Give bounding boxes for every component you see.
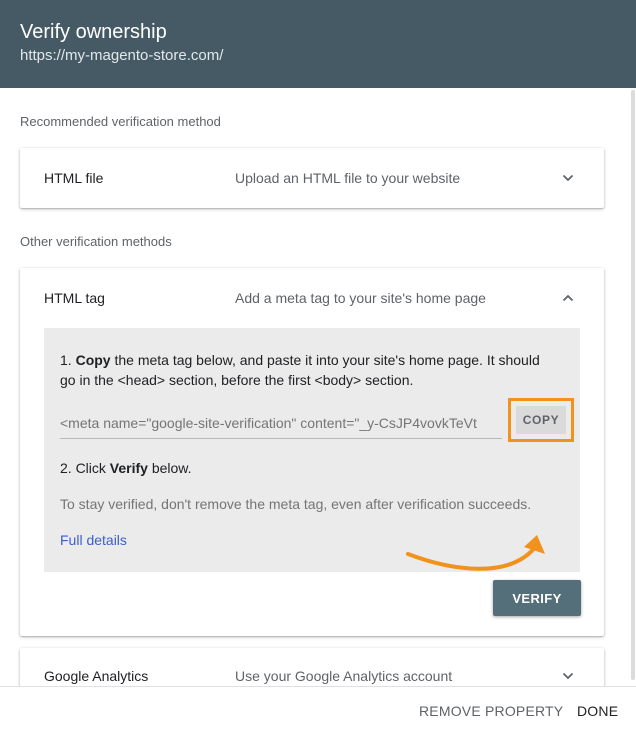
scrollbar-thumb[interactable] (631, 90, 635, 680)
remove-property-button[interactable]: REMOVE PROPERTY (419, 687, 563, 735)
chevron-up-icon[interactable] (560, 290, 576, 306)
step2-text: 2. Click Verify below. (60, 460, 192, 476)
method-card-html-file[interactable]: HTML file Upload an HTML file to your we… (20, 148, 604, 208)
method-description: Upload an HTML file to your website (235, 170, 461, 186)
step1-text: 1. Copy the meta tag below, and paste it… (60, 352, 540, 388)
scrollbar[interactable] (630, 88, 636, 686)
dialog-title: Verify ownership (20, 21, 167, 43)
chevron-down-icon[interactable] (560, 170, 576, 186)
meta-tag-value: <meta name="google-site-verification" co… (60, 415, 477, 431)
dialog-footer: REMOVE PROPERTY DONE (0, 686, 636, 735)
method-description: Use your Google Analytics account (235, 668, 453, 684)
curved-arrow-icon (406, 535, 545, 571)
chevron-down-icon[interactable] (560, 668, 576, 684)
property-url: https://my-magento-store.com/ (20, 47, 224, 64)
copy-button-highlight: COPY (508, 398, 574, 442)
method-name: HTML tag (44, 290, 105, 306)
full-details-link[interactable]: Full details (60, 530, 127, 550)
done-button[interactable]: DONE (577, 687, 618, 735)
dialog-header: Verify ownership https://my-magento-stor… (0, 0, 636, 88)
method-name: HTML file (44, 170, 104, 186)
method-name: Google Analytics (44, 668, 149, 684)
other-section-label: Other verification methods (20, 234, 172, 249)
copy-button[interactable]: COPY (516, 406, 566, 434)
dialog-content[interactable]: Recommended verification method HTML fil… (0, 88, 630, 686)
recommended-section-label: Recommended verification method (20, 114, 221, 129)
stay-verified-note: To stay verified, don't remove the meta … (60, 496, 532, 512)
method-card-google-analytics[interactable]: Google Analytics Use your Google Analyti… (20, 648, 604, 686)
method-description: Add a meta tag to your site's home page (235, 290, 486, 306)
meta-tag-field[interactable]: <meta name="google-site-verification" co… (60, 412, 502, 439)
